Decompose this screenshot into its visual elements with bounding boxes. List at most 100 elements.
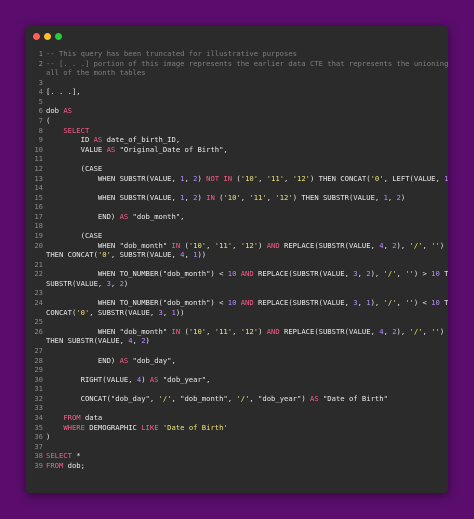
code-token: AND	[240, 298, 254, 308]
code-token: )	[145, 336, 150, 346]
code-token: ,	[357, 269, 367, 279]
code-line: 26 WHEN "dob_month" IN ('10', '11', '12'…	[26, 327, 448, 337]
code-token: "dob_month",	[128, 211, 185, 221]
code-text: FROM data	[46, 413, 448, 423]
code-text: ID AS date_of_birth_ID,	[46, 135, 448, 145]
code-token: VALUE	[46, 144, 107, 154]
code-line: 14	[26, 183, 448, 193]
line-number: 39	[34, 460, 43, 470]
code-token: ,	[422, 240, 432, 250]
code-text: THEN CONCAT('0', SUBSTR(VALUE, 4, 1))	[46, 250, 448, 260]
code-token: WHEN TO_NUMBER("dob_month") <	[46, 298, 228, 308]
code-text: (CASE	[46, 231, 448, 241]
code-token: NOT IN	[206, 173, 233, 183]
line-number: 38	[34, 451, 43, 461]
code-line: 31	[26, 384, 448, 394]
code-token: , SUBSTR(VALUE,	[110, 250, 181, 260]
code-text: CONCAT("dob_day", '/', "dob_month", '/',…	[46, 394, 448, 404]
code-line: THEN CONCAT('0', SUBSTR(VALUE, 4, 1))	[26, 250, 448, 260]
code-token: (CASE	[46, 230, 103, 240]
code-token: ),	[370, 298, 384, 308]
code-token: THEN	[444, 298, 448, 308]
code-token: WHEN TO_NUMBER("dob_month") <	[46, 269, 228, 279]
code-token: ,	[184, 250, 194, 260]
code-token: ,	[110, 278, 120, 288]
code-text: WHEN "dob_month" IN ('10', '11', '12') A…	[46, 327, 448, 337]
code-token: WHEN "dob_month"	[46, 326, 172, 336]
code-token: '11'	[266, 173, 285, 183]
line-number: 10	[34, 144, 43, 154]
code-line: 24 WHEN TO_NUMBER("dob_month") < 10 AND …	[26, 298, 448, 308]
code-token: AND	[240, 269, 254, 279]
code-token: THEN SUBSTR(VALUE,	[46, 336, 129, 346]
line-number: 16	[34, 202, 43, 212]
code-token: ,	[258, 173, 267, 183]
code-token: ))	[175, 307, 185, 317]
code-area: 1 -- This query has been truncated for il…	[26, 49, 448, 493]
code-line: 18	[26, 221, 448, 231]
code-token: WHEN SUBSTR(VALUE,	[46, 173, 181, 183]
code-line: 17 END) AS "dob_month",	[26, 212, 448, 222]
line-number: 12	[34, 163, 43, 173]
code-token: WHEN SUBSTR(VALUE,	[46, 192, 181, 202]
line-number: 36	[34, 432, 43, 442]
line-number: 21	[34, 259, 43, 269]
code-token: , "dob_year")	[249, 393, 310, 403]
line-number	[26, 68, 46, 78]
code-token: ''	[405, 269, 414, 279]
code-token: '12'	[240, 326, 259, 336]
code-token: ,	[132, 336, 142, 346]
code-text: WHEN SUBSTR(VALUE, 1, 2) NOT IN ('10', '…	[46, 174, 448, 184]
code-token: '10'	[188, 240, 207, 250]
code-text: SUBSTR(VALUE, 3, 2)	[46, 279, 448, 289]
code-token: AND	[266, 326, 280, 336]
code-token: '10'	[188, 326, 207, 336]
code-token: -- [. . .] portion of this image represe…	[46, 58, 448, 68]
line-number: 34	[34, 412, 43, 422]
code-line: 29	[26, 365, 448, 375]
line-number: 22	[34, 269, 43, 279]
code-token: data	[80, 412, 103, 422]
code-text: VALUE AS "Original_Date of Birth",	[46, 145, 448, 155]
code-token: IN	[206, 192, 215, 202]
line-number: 20	[34, 240, 43, 250]
code-token: )	[197, 173, 207, 183]
code-token: AS	[63, 106, 72, 116]
code-line: 6 dob AS	[26, 106, 448, 116]
code-token: LIKE	[141, 422, 159, 432]
code-token: THEN	[444, 269, 448, 279]
code-line: 21	[26, 260, 448, 270]
code-text: -- This query has been truncated for ill…	[46, 49, 448, 59]
code-token: ,	[383, 326, 393, 336]
code-text: WHERE DEMOGRAPHIC LIKE 'Date of Birth'	[46, 423, 448, 433]
code-token: AS	[149, 374, 159, 384]
line-number: 4	[38, 87, 43, 97]
code-token: ,	[387, 192, 397, 202]
code-token: ) >	[413, 269, 432, 279]
code-line: 8 SELECT	[26, 126, 448, 136]
code-token: ),	[370, 269, 384, 279]
code-token: '/'	[409, 326, 423, 336]
code-line: 25	[26, 317, 448, 327]
code-line: 5	[26, 97, 448, 107]
line-number: 5	[38, 96, 43, 106]
maximize-dot-icon[interactable]	[55, 33, 62, 40]
code-text: FROM dob;	[46, 461, 448, 471]
close-dot-icon[interactable]	[33, 33, 40, 40]
code-text: END) AS "dob_day",	[46, 356, 448, 366]
code-token: '12'	[292, 173, 310, 183]
code-line: 11	[26, 154, 448, 164]
code-line: 23	[26, 288, 448, 298]
code-token: -- This query has been truncated for ill…	[46, 49, 297, 58]
code-text: THEN SUBSTR(VALUE, 4, 2)	[46, 336, 448, 346]
minimize-dot-icon[interactable]	[44, 33, 51, 40]
line-number: 9	[38, 135, 43, 145]
code-token: ,	[284, 173, 293, 183]
line-number: 1	[38, 49, 43, 58]
code-line: 12 (CASE	[26, 164, 448, 174]
